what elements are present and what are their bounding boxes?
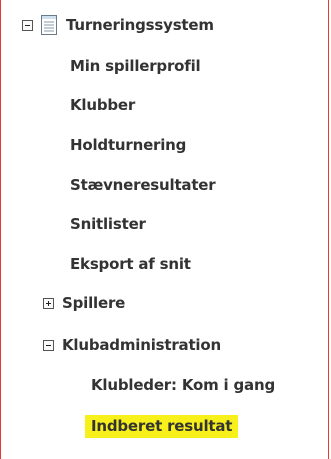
tree-item-klubber[interactable]: Klubber	[70, 93, 135, 117]
tree-node-label: Spillere	[62, 294, 126, 312]
collapse-icon[interactable]	[22, 19, 33, 31]
tree-item-min-spillerprofil[interactable]: Min spillerprofil	[70, 54, 201, 78]
tree-item-label: Eksport af snit	[70, 255, 191, 273]
tree-item-staevneresultater[interactable]: Stævneresultater	[70, 173, 216, 197]
tree-item-label-highlighted: Indberet resultat	[85, 414, 239, 438]
tree-item-label: Klubleder: Kom i gang	[91, 376, 275, 394]
tree-item-label: Min spillerprofil	[70, 57, 201, 75]
navigation-panel: Turneringssystem Min spillerprofil Klubb…	[0, 0, 329, 459]
tree-node-klubadministration[interactable]: Klubadministration	[43, 333, 221, 357]
tree-node-label: Turneringssystem	[66, 16, 214, 34]
tree-item-label: Holdturnering	[70, 136, 187, 154]
collapse-icon[interactable]	[43, 339, 54, 351]
tree-item-klubleder-kom-i-gang[interactable]: Klubleder: Kom i gang	[91, 373, 275, 397]
tree-item-label: Klubber	[70, 96, 136, 114]
tree-node-spillere[interactable]: Spillere	[43, 291, 125, 315]
tree-node-turneringssystem[interactable]: Turneringssystem	[22, 13, 214, 37]
tree-item-indberet-resultat[interactable]: Indberet resultat	[85, 414, 239, 438]
tree-item-eksport-af-snit[interactable]: Eksport af snit	[70, 252, 191, 276]
tree-item-snitlister[interactable]: Snitlister	[70, 212, 146, 236]
tree-node-label: Klubadministration	[62, 336, 221, 354]
tree-item-holdturnering[interactable]: Holdturnering	[70, 133, 186, 157]
tree-item-label: Stævneresultater	[70, 176, 216, 194]
tree-item-label: Snitlister	[70, 215, 146, 233]
expand-icon[interactable]	[43, 297, 54, 309]
document-icon	[41, 15, 57, 35]
